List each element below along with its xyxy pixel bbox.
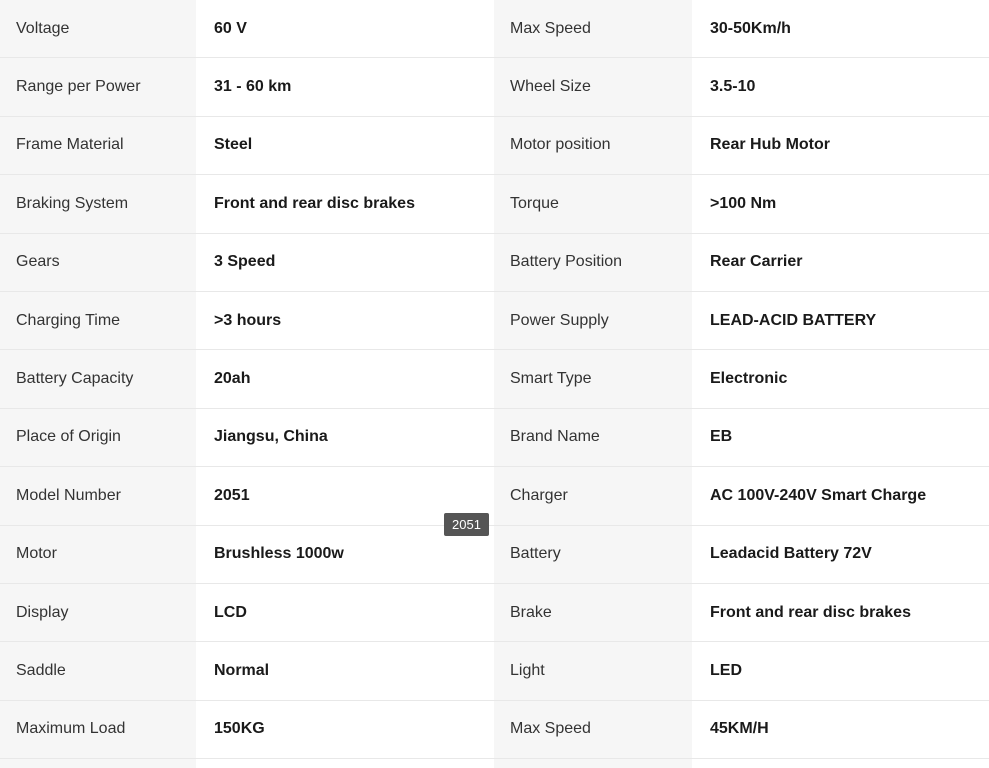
- spec-value-left: 150KG: [196, 700, 494, 760]
- spec-value-right: Rear Carrier: [692, 233, 989, 292]
- spec-label-left: Charging Time: [0, 291, 196, 351]
- spec-label-right: Brand Name: [494, 408, 692, 468]
- spec-label-right: Max Speed: [494, 0, 692, 59]
- strip-label-cell: [0, 759, 196, 768]
- spec-value-left: Steel: [196, 116, 494, 176]
- table-continuation: [0, 759, 989, 768]
- spec-value-left: 3 Speed: [196, 233, 494, 292]
- spec-label-left: Gears: [0, 233, 196, 292]
- spec-label-left: Battery Capacity: [0, 350, 196, 409]
- spec-label-right: Battery Position: [494, 233, 692, 292]
- spec-label-right: Torque: [494, 175, 692, 234]
- spec-value-right: 45KM/H: [692, 700, 989, 760]
- spec-value-right: Front and rear disc brakes: [692, 583, 989, 643]
- hover-tooltip: 2051: [444, 513, 489, 536]
- spec-value-right: Rear Hub Motor: [692, 116, 989, 176]
- spec-label-right: Brake: [494, 583, 692, 643]
- spec-value-right: LEAD-ACID BATTERY: [692, 291, 989, 351]
- strip-value-cell: [196, 759, 494, 768]
- spec-label-right: Battery: [494, 525, 692, 584]
- spec-value-left: Front and rear disc brakes: [196, 175, 494, 234]
- spec-value-right: 30-50Km/h: [692, 0, 989, 59]
- spec-label-right: Smart Type: [494, 350, 692, 409]
- spec-label-left: Braking System: [0, 175, 196, 234]
- spec-value-left: Jiangsu, China: [196, 408, 494, 468]
- spec-label-right: Max Speed: [494, 700, 692, 760]
- spec-label-right: Motor position: [494, 116, 692, 176]
- spec-label-left: Range per Power: [0, 58, 196, 117]
- spec-value-left: LCD: [196, 583, 494, 643]
- spec-label-left: Voltage: [0, 0, 196, 59]
- spec-label-left: Frame Material: [0, 116, 196, 176]
- strip-label-cell: [494, 759, 692, 768]
- spec-value-right: AC 100V-240V Smart Charge: [692, 467, 989, 526]
- spec-value-right: Electronic: [692, 350, 989, 409]
- spec-label-right: Charger: [494, 467, 692, 526]
- spec-label-left: Model Number: [0, 467, 196, 526]
- strip-value-cell: [692, 759, 989, 768]
- spec-value-right: LED: [692, 642, 989, 701]
- spec-label-right: Wheel Size: [494, 58, 692, 117]
- spec-value-right: EB: [692, 408, 989, 468]
- spec-value-left: 31 - 60 km: [196, 58, 494, 117]
- spec-value-left: 20ah: [196, 350, 494, 409]
- spec-value-right: >100 Nm: [692, 175, 989, 234]
- spec-label-left: Display: [0, 583, 196, 643]
- spec-value-right: 3.5-10: [692, 58, 989, 117]
- spec-label-right: Power Supply: [494, 291, 692, 351]
- spec-label-left: Motor: [0, 525, 196, 584]
- spec-label-right: Light: [494, 642, 692, 701]
- spec-label-left: Place of Origin: [0, 408, 196, 468]
- spec-value-right: Leadacid Battery 72V: [692, 525, 989, 584]
- spec-label-left: Saddle: [0, 642, 196, 701]
- spec-table: Voltage 60 V Max Speed 30-50Km/h Range per P…: [0, 0, 989, 760]
- spec-label-left: Maximum Load: [0, 700, 196, 760]
- spec-value-left: >3 hours: [196, 291, 494, 351]
- spec-value-left: 60 V: [196, 0, 494, 59]
- spec-value-left: Normal: [196, 642, 494, 701]
